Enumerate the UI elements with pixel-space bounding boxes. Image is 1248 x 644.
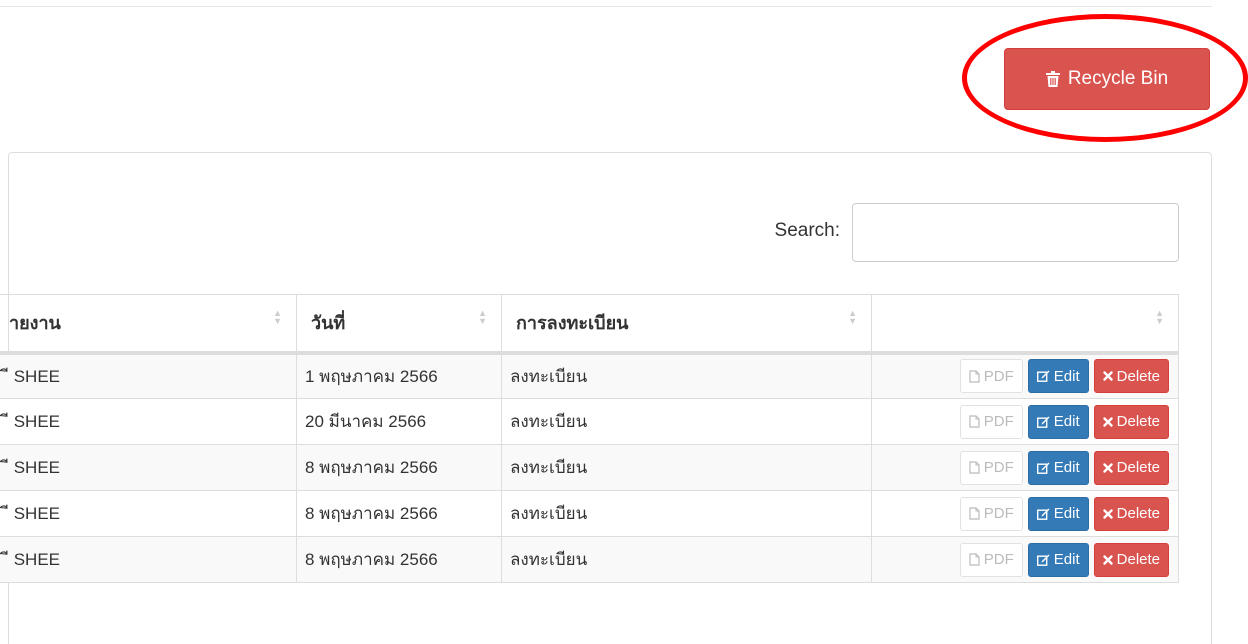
top-divider	[0, 6, 1212, 7]
pdf-button[interactable]: PDF	[959, 404, 1023, 439]
cell-date: 8 พฤษภาคม 2566	[296, 444, 502, 491]
recycle-bin-label: Recycle Bin	[1067, 68, 1169, 89]
cell-date: 8 พฤษภาคม 2566	[296, 490, 502, 537]
cell-actions: PDF Edit Delete	[871, 490, 1179, 537]
close-icon	[1102, 508, 1113, 519]
table-header-row: ายงาน ▲ ▼ วันที่ ▲ ▼ การลงทะเบียน ▲ ▼ ▲ ▼	[0, 294, 1179, 355]
delete-button[interactable]: Delete	[1093, 496, 1169, 531]
cell-registration: ลงทะเบียน	[501, 490, 872, 537]
column-header-label: วันที่	[311, 313, 346, 334]
pdf-label: PDF	[983, 367, 1014, 385]
cell-unit: ี SHEE	[0, 490, 297, 537]
pdf-button[interactable]: PDF	[959, 359, 1023, 394]
delete-button[interactable]: Delete	[1093, 359, 1169, 394]
sort-icon: ▲ ▼	[273, 308, 282, 326]
delete-button[interactable]: Delete	[1093, 542, 1169, 577]
cell-date: 8 พฤษภาคม 2566	[296, 536, 502, 583]
pdf-file-icon	[969, 415, 980, 428]
table-row: ี SHEE 20 มีนาคม 2566 ลงทะเบียน PDF Edit	[0, 398, 1179, 445]
edit-icon	[1036, 416, 1050, 428]
delete-label: Delete	[1116, 505, 1160, 522]
delete-label: Delete	[1116, 551, 1160, 568]
trash-icon	[1045, 71, 1060, 87]
search-label: Search:	[774, 220, 840, 241]
delete-button[interactable]: Delete	[1093, 450, 1169, 485]
edit-label: Edit	[1053, 367, 1080, 385]
records-table: ายงาน ▲ ▼ วันที่ ▲ ▼ การลงทะเบียน ▲ ▼ ▲ ▼	[0, 294, 1179, 583]
cell-unit: ี SHEE	[0, 536, 297, 583]
edit-icon	[1036, 462, 1050, 474]
close-icon	[1102, 462, 1113, 473]
delete-button[interactable]: Delete	[1093, 404, 1169, 439]
cell-actions: PDF Edit Delete	[871, 352, 1179, 399]
table-row: ี SHEE 1 พฤษภาคม 2566 ลงทะเบียน PDF Edit	[0, 352, 1179, 399]
column-header-label: ายงาน	[9, 313, 61, 334]
edit-button[interactable]: Edit	[1027, 450, 1089, 485]
column-header-unit[interactable]: ายงาน ▲ ▼	[0, 294, 297, 355]
column-header-label: การลงทะเบียน	[516, 313, 629, 334]
search-input[interactable]	[852, 203, 1179, 262]
edit-label: Edit	[1053, 551, 1080, 568]
cell-unit: ี SHEE	[0, 398, 297, 445]
sort-icon: ▲ ▼	[1155, 308, 1164, 326]
page: Recycle Bin Search: ายงาน ▲ ▼ วันที่ ▲ ▼ ก…	[0, 0, 1248, 644]
edit-button[interactable]: Edit	[1027, 542, 1089, 577]
pdf-label: PDF	[983, 413, 1014, 430]
pdf-file-icon	[969, 461, 980, 474]
edit-label: Edit	[1053, 413, 1080, 430]
delete-label: Delete	[1116, 459, 1160, 476]
table-row: ี SHEE 8 พฤษภาคม 2566 ลงทะเบียน PDF Edit	[0, 444, 1179, 491]
cell-registration: ลงทะเบียน	[501, 444, 872, 491]
column-header-registration[interactable]: การลงทะเบียน ▲ ▼	[501, 294, 872, 355]
pdf-file-icon	[969, 553, 980, 566]
edit-label: Edit	[1053, 505, 1080, 522]
edit-icon	[1036, 370, 1050, 383]
sort-icon: ▲ ▼	[478, 308, 487, 326]
cell-unit: ี SHEE	[0, 444, 297, 491]
pdf-label: PDF	[983, 551, 1014, 568]
edit-label: Edit	[1053, 459, 1080, 476]
edit-button[interactable]: Edit	[1027, 359, 1089, 394]
delete-label: Delete	[1116, 413, 1160, 430]
cell-registration: ลงทะเบียน	[501, 352, 872, 399]
pdf-label: PDF	[983, 459, 1014, 476]
column-header-date[interactable]: วันที่ ▲ ▼	[296, 294, 502, 355]
edit-button[interactable]: Edit	[1027, 404, 1089, 439]
table-row: ี SHEE 8 พฤษภาคม 2566 ลงทะเบียน PDF Edit	[0, 536, 1179, 583]
table-row: ี SHEE 8 พฤษภาคม 2566 ลงทะเบียน PDF Edit	[0, 490, 1179, 537]
sort-icon: ▲ ▼	[848, 308, 857, 326]
pdf-file-icon	[969, 370, 980, 383]
close-icon	[1102, 554, 1113, 565]
edit-button[interactable]: Edit	[1027, 496, 1089, 531]
delete-label: Delete	[1116, 367, 1160, 385]
cell-date: 1 พฤษภาคม 2566	[296, 352, 502, 399]
edit-icon	[1036, 508, 1050, 520]
close-icon	[1102, 371, 1113, 381]
cell-unit: ี SHEE	[0, 352, 297, 399]
cell-registration: ลงทะเบียน	[501, 536, 872, 583]
cell-date: 20 มีนาคม 2566	[296, 398, 502, 445]
recycle-bin-button[interactable]: Recycle Bin	[1004, 48, 1210, 110]
cell-actions: PDF Edit Delete	[871, 536, 1179, 583]
pdf-label: PDF	[983, 505, 1014, 522]
pdf-button[interactable]: PDF	[959, 542, 1023, 577]
edit-icon	[1036, 554, 1050, 566]
pdf-button[interactable]: PDF	[959, 496, 1023, 531]
cell-actions: PDF Edit Delete	[871, 398, 1179, 445]
close-icon	[1102, 416, 1113, 427]
cell-actions: PDF Edit Delete	[871, 444, 1179, 491]
pdf-file-icon	[969, 507, 980, 520]
column-header-actions[interactable]: ▲ ▼	[871, 294, 1179, 355]
pdf-button[interactable]: PDF	[959, 450, 1023, 485]
cell-registration: ลงทะเบียน	[501, 398, 872, 445]
